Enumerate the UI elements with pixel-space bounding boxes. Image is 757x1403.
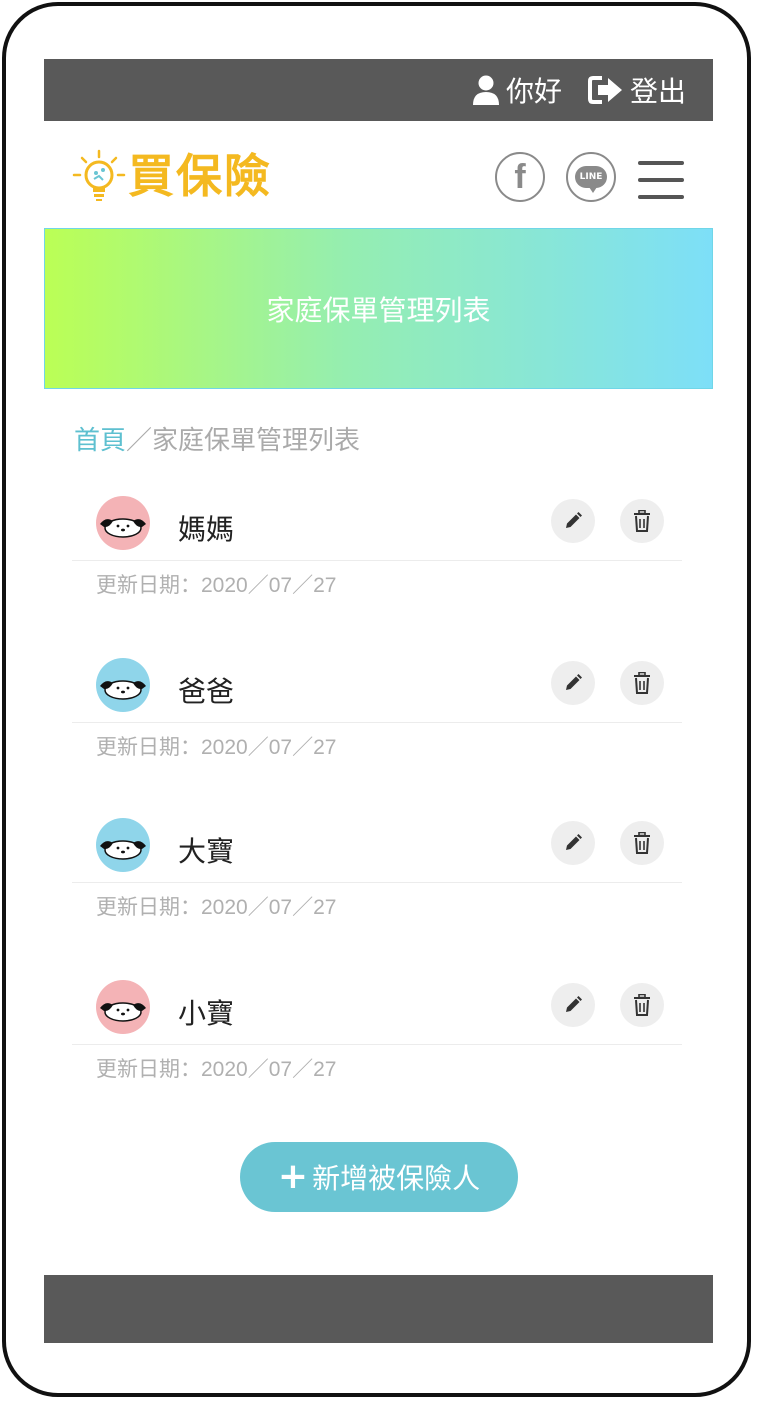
logout-label: 登出 [630, 75, 687, 108]
delete-button[interactable] [620, 983, 664, 1027]
pencil-icon [566, 996, 582, 1012]
delete-button[interactable] [620, 499, 664, 543]
edit-button[interactable] [551, 661, 595, 705]
dog-avatar-icon [96, 658, 150, 712]
delete-button[interactable] [620, 821, 664, 865]
banner-title: 家庭保單管理列表 [266, 293, 491, 327]
divider [72, 1044, 682, 1045]
dog-avatar-icon [96, 496, 150, 550]
trash-icon [634, 832, 650, 854]
update-date: 更新日期：2020／07／27 [96, 736, 337, 759]
logout-button[interactable]: 登出 [588, 59, 686, 121]
hamburger-menu-icon[interactable] [638, 161, 684, 199]
divider [72, 882, 682, 883]
update-date: 更新日期：2020／07／27 [96, 1058, 337, 1081]
member-name[interactable]: 媽媽 [178, 508, 234, 548]
pencil-icon [566, 674, 582, 690]
line-icon: LINE [575, 166, 607, 193]
page-banner: 家庭保單管理列表 [44, 228, 713, 389]
divider [72, 722, 682, 723]
facebook-button[interactable]: f [495, 152, 545, 202]
footer-bar [44, 1275, 713, 1343]
update-date: 更新日期：2020／07／27 [96, 574, 337, 597]
facebook-icon: f [514, 157, 526, 196]
trash-icon [634, 510, 650, 532]
divider [72, 560, 682, 561]
delete-button[interactable] [620, 661, 664, 705]
update-date: 更新日期：2020／07／27 [96, 896, 337, 919]
member-name[interactable]: 小寶 [178, 992, 234, 1032]
line-icon-label: LINE [579, 172, 603, 182]
breadcrumb: 首頁／家庭保單管理列表 [74, 420, 360, 457]
pencil-icon [566, 834, 582, 850]
member-card: 大寶更新日期：2020／07／27 [72, 804, 682, 919]
breadcrumb-separator: ／ [126, 426, 153, 456]
trash-icon [634, 994, 650, 1016]
breadcrumb-home-link[interactable]: 首頁 [74, 426, 126, 456]
member-name[interactable]: 大寶 [178, 830, 234, 870]
dog-avatar-icon [96, 980, 150, 1034]
member-card: 小寶更新日期：2020／07／27 [72, 966, 682, 1081]
breadcrumb-current: 家庭保單管理列表 [152, 426, 361, 456]
logo-text: 買保險 [128, 149, 272, 203]
greeting-text: 你好 [506, 75, 563, 108]
lightbulb-icon [72, 149, 126, 201]
site-header: 買保險 f LINE [44, 121, 713, 228]
trash-icon [634, 672, 650, 694]
pencil-icon [566, 512, 582, 528]
plus-icon: + [277, 1156, 309, 1197]
brand-logo[interactable]: 買保險 [72, 149, 272, 203]
add-insured-button[interactable]: + 新增被保險人 [240, 1142, 518, 1212]
member-card: 媽媽更新日期：2020／07／27 [72, 482, 682, 597]
edit-button[interactable] [551, 821, 595, 865]
edit-button[interactable] [551, 983, 595, 1027]
dog-avatar-icon [96, 818, 150, 872]
member-card: 爸爸更新日期：2020／07／27 [72, 644, 682, 759]
top-bar: 你好 登出 [44, 59, 713, 121]
logout-icon [588, 76, 622, 104]
user-greeting[interactable]: 你好 [472, 59, 562, 121]
add-insured-label: 新增被保險人 [312, 1162, 481, 1195]
line-button[interactable]: LINE [566, 152, 616, 202]
user-icon [473, 75, 499, 105]
member-name[interactable]: 爸爸 [178, 670, 234, 710]
edit-button[interactable] [551, 499, 595, 543]
